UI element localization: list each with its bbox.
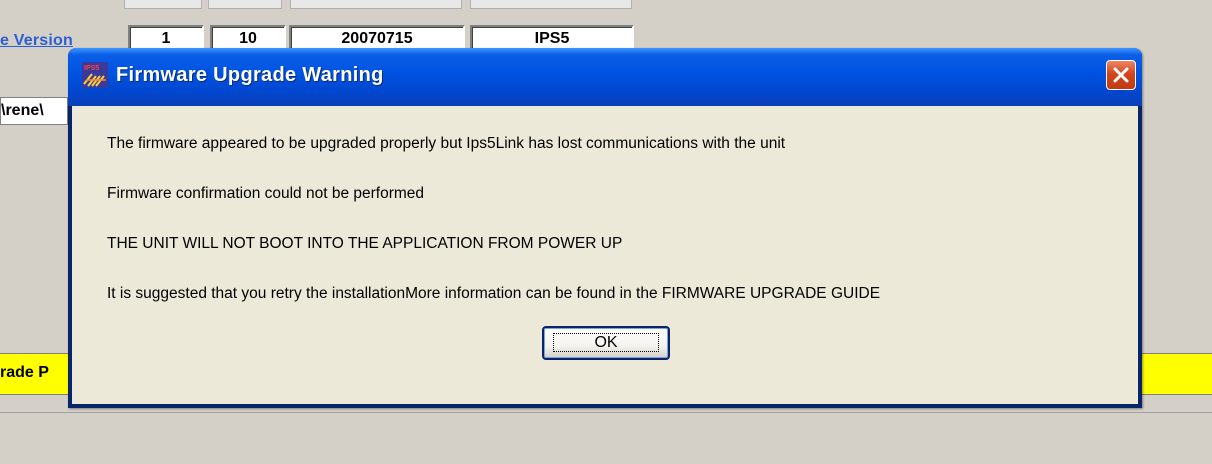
dialog-body: The firmware appeared to be upgraded pro… [72, 106, 1138, 404]
svg-text:IPS5: IPS5 [84, 65, 99, 72]
close-button[interactable] [1106, 60, 1136, 90]
firmware-version-label: e Version [0, 32, 73, 49]
top-field-2 [208, 0, 282, 9]
upgrade-progress-label: rade P [0, 364, 49, 381]
message-line-4: It is suggested that you retry the insta… [107, 285, 881, 302]
bottom-panel [0, 412, 1212, 464]
dialog-title: Firmware Upgrade Warning [116, 64, 384, 86]
message-line-2: Firmware confirmation could not be perfo… [107, 185, 425, 202]
dialog-titlebar[interactable]: IPS5 Firmware Upgrade Warning [68, 48, 1142, 106]
firmware-warning-dialog: IPS5 Firmware Upgrade Warning The firmwa… [68, 48, 1142, 408]
message-line-1: The firmware appeared to be upgraded pro… [107, 135, 786, 152]
top-field-3 [290, 0, 462, 9]
top-field-4 [470, 0, 632, 9]
message-line-3: THE UNIT WILL NOT BOOT INTO THE APPLICAT… [107, 235, 623, 252]
ok-button[interactable]: OK [542, 326, 670, 360]
ips5-app-icon: IPS5 [82, 62, 108, 88]
close-icon [1113, 67, 1129, 83]
firmware-path-field[interactable]: \rene\ [0, 97, 68, 125]
ok-button-label: OK [553, 333, 659, 352]
top-field-1 [124, 0, 202, 9]
